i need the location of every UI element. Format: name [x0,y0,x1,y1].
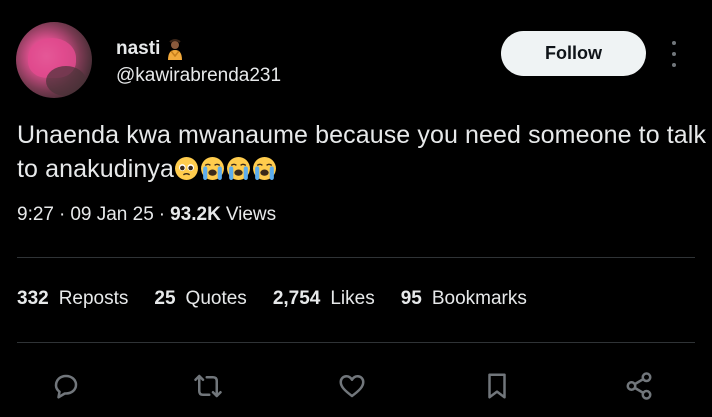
tweet-text-container: Unaenda kwa mwanaume because you need so… [17,118,707,186]
bookmarks-stat[interactable]: 95 Bookmarks [401,288,527,310]
likes-count: 2,754 [272,288,321,309]
bookmarks-count: 95 [400,288,422,309]
more-dot [672,52,676,56]
meta-separator: · [158,204,166,225]
likes-label: Likes [330,288,375,309]
quotes-count: 25 [154,288,176,309]
avatar-shadow-shape [46,66,86,96]
bookmark-button[interactable] [477,366,517,406]
like-icon [339,375,365,398]
likes-stat[interactable]: 2,754 Likes [273,288,375,310]
repost-icon [194,374,222,398]
display-name[interactable]: nasti [116,38,160,60]
bookmarks-label: Bookmarks [431,288,527,309]
reposts-stat[interactable]: 332 Reposts [17,288,128,310]
loudly-crying-face-emoji-icon [253,157,276,180]
views-count: 93.2K [170,204,221,225]
reply-button[interactable] [46,366,86,406]
bookmark-icon [488,373,506,399]
display-name-row: nasti [116,38,184,60]
action-bar [0,366,712,406]
tweet-time[interactable]: 9:27 [17,204,54,226]
engagement-stats: 332 Reposts 25 Quotes 2,754 Likes 95 Boo… [17,288,553,310]
quotes-label: Quotes [185,288,247,309]
meta-separator: · [58,204,66,225]
user-handle[interactable]: @kawirabrenda231 [116,65,281,87]
follow-button[interactable]: Follow [501,31,646,76]
share-icon [626,372,652,400]
reposts-count: 332 [17,288,49,309]
tweet-date[interactable]: 09 Jan 25 [70,204,153,226]
divider [17,257,695,258]
divider [17,342,695,343]
loudly-crying-face-emoji-icon [201,157,224,180]
reposts-label: Reposts [58,288,129,309]
more-options-icon[interactable] [664,38,684,70]
quotes-stat[interactable]: 25 Quotes [154,288,246,310]
repost-button[interactable] [188,366,228,406]
share-button[interactable] [619,366,659,406]
reply-icon [54,374,78,399]
more-dot [672,63,676,67]
loudly-crying-face-emoji-icon [227,157,250,180]
pleading-face-emoji-icon [175,157,198,180]
avatar[interactable] [16,22,92,98]
person-emoji-icon [168,39,183,60]
tweet-text: Unaenda kwa mwanaume because you need so… [17,121,707,183]
tweet-meta: 9:27 · 09 Jan 25 · 93.2K Views [17,204,276,226]
like-button[interactable] [332,366,372,406]
views-label[interactable]: Views [226,204,276,226]
more-dot [672,41,676,45]
